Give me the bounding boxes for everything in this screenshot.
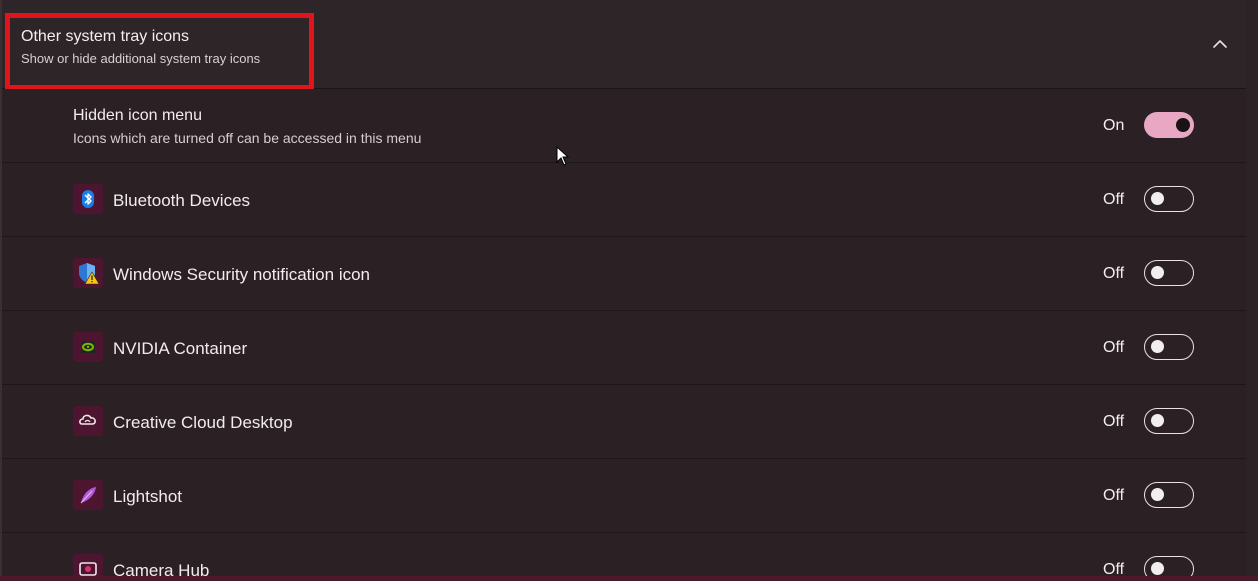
tray-item-bluetooth-devices: Bluetooth Devices Off bbox=[2, 163, 1246, 237]
scrollbar-track[interactable] bbox=[1246, 0, 1258, 581]
hidden-icon-menu-subtitle: Icons which are turned off can be access… bbox=[73, 130, 422, 146]
tray-item-label: Bluetooth Devices bbox=[113, 191, 251, 210]
lightshot-icon bbox=[73, 480, 103, 510]
windows-security-icon bbox=[73, 258, 103, 288]
toggle-knob bbox=[1151, 414, 1164, 427]
tray-item-camera-hub: Camera Hub Off bbox=[2, 533, 1246, 581]
toggle-state-label: Off bbox=[1103, 487, 1125, 504]
bluetooth-icon bbox=[73, 184, 103, 214]
tray-item-label: NVIDIA Container bbox=[113, 339, 248, 358]
toggle-state-label: Off bbox=[1103, 339, 1125, 356]
toggle-knob bbox=[1151, 488, 1164, 501]
windows-security-toggle[interactable] bbox=[1144, 260, 1194, 286]
toggle-state-label: Off bbox=[1103, 265, 1125, 282]
toggle-knob bbox=[1176, 118, 1190, 132]
tray-item-nvidia-container: NVIDIA Container Off bbox=[2, 311, 1246, 385]
bluetooth-devices-toggle[interactable] bbox=[1144, 186, 1194, 212]
nvidia-container-toggle[interactable] bbox=[1144, 334, 1194, 360]
tray-item-windows-security: Windows Security notification icon Off bbox=[2, 237, 1246, 311]
tray-item-label: Windows Security notification icon bbox=[113, 265, 371, 284]
hidden-icon-menu-title: Hidden icon menu bbox=[73, 107, 202, 124]
toggle-knob bbox=[1151, 192, 1164, 205]
lightshot-toggle[interactable] bbox=[1144, 482, 1194, 508]
toggle-state-label: Off bbox=[1103, 191, 1125, 208]
highlight-annotation bbox=[5, 13, 314, 90]
nvidia-icon bbox=[73, 332, 103, 362]
tray-item-label: Creative Cloud Desktop bbox=[113, 413, 293, 432]
tray-item-creative-cloud-desktop: Creative Cloud Desktop Off bbox=[2, 385, 1246, 459]
creative-cloud-desktop-toggle[interactable] bbox=[1144, 408, 1194, 434]
toggle-knob bbox=[1151, 340, 1164, 353]
settings-page: Other system tray icons Show or hide add… bbox=[0, 0, 1258, 581]
tray-item-label: Lightshot bbox=[113, 487, 182, 506]
tray-item-lightshot: Lightshot Off bbox=[2, 459, 1246, 533]
toggle-knob bbox=[1151, 266, 1164, 279]
toggle-state-label: Off bbox=[1103, 413, 1125, 430]
mouse-cursor-icon bbox=[556, 146, 570, 166]
hidden-icon-menu-toggle[interactable] bbox=[1144, 112, 1194, 138]
toggle-knob bbox=[1151, 562, 1164, 575]
toggle-state-label: On bbox=[1103, 117, 1125, 134]
creative-cloud-icon bbox=[73, 406, 103, 436]
hidden-icon-menu-row: Hidden icon menu Icons which are turned … bbox=[2, 89, 1246, 163]
chevron-up-icon[interactable] bbox=[1209, 34, 1231, 54]
taskbar-edge bbox=[0, 576, 1258, 581]
